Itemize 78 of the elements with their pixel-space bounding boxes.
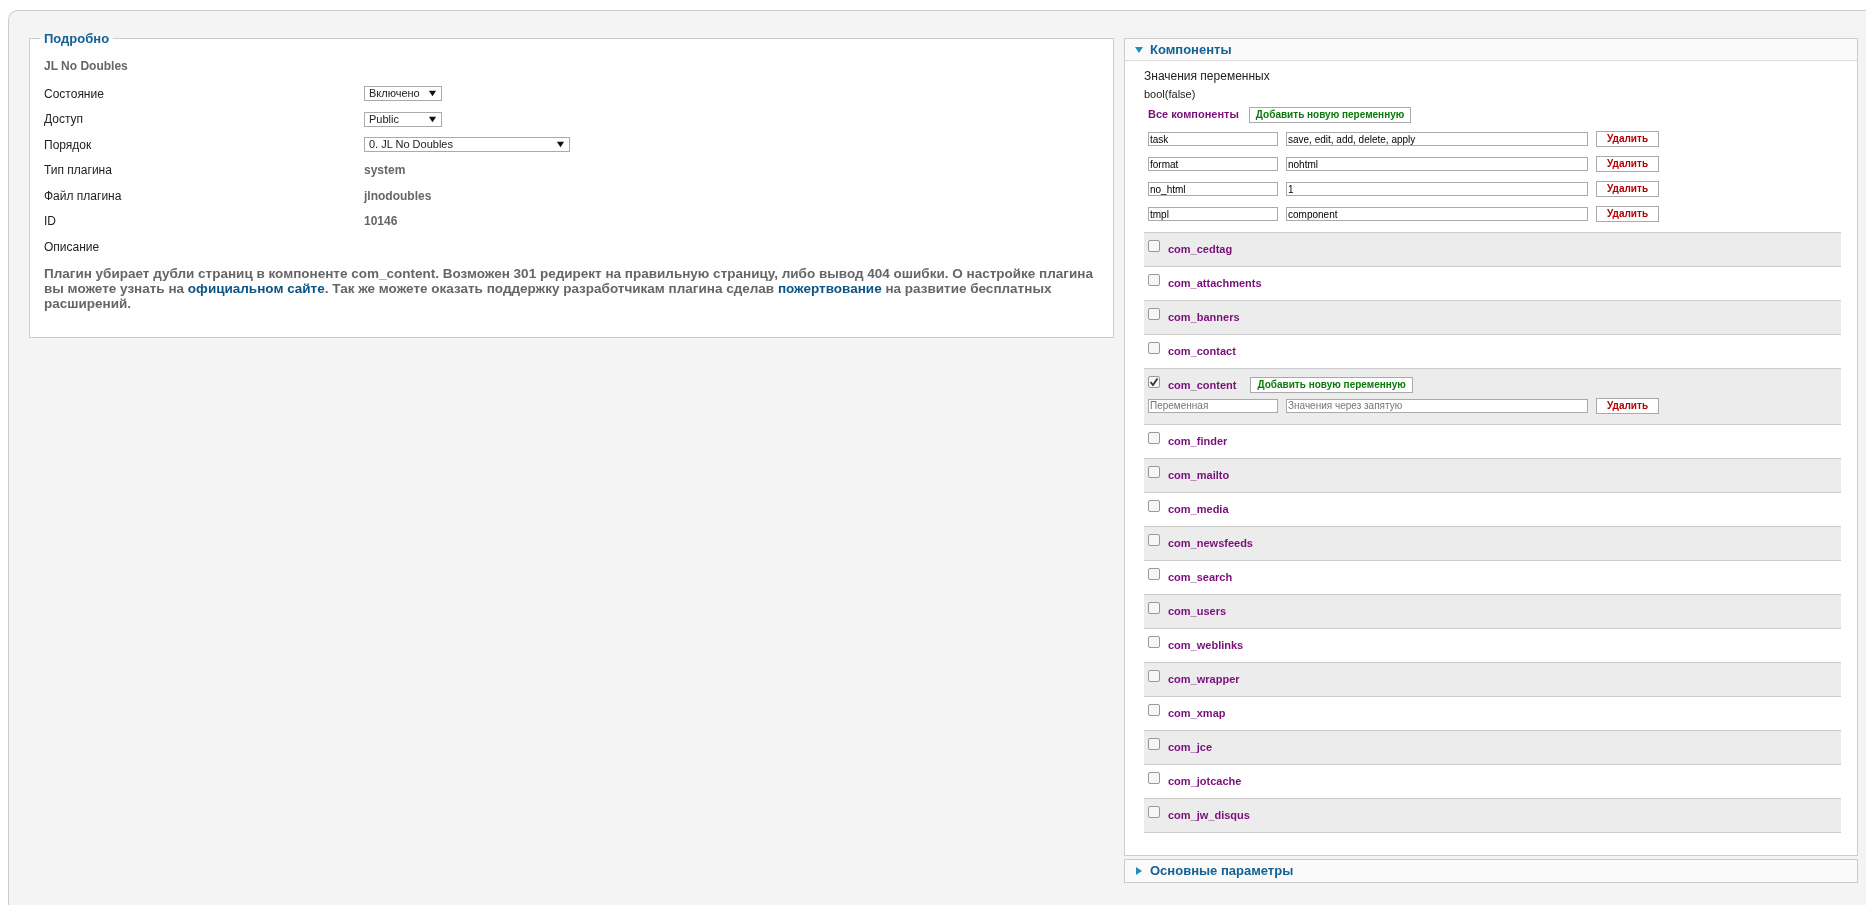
delete-button[interactable]: Удалить: [1596, 181, 1660, 197]
checkbox[interactable]: [1148, 704, 1160, 716]
variable-name-field[interactable]: Переменная: [1148, 398, 1278, 413]
checkbox[interactable]: [1148, 466, 1160, 478]
expand-icon: [1134, 865, 1144, 876]
component-name: com_media: [1168, 501, 1229, 517]
variable-name-field[interactable]: task: [1148, 132, 1278, 146]
description-text: Плагин убирает дубли страниц в компоненте com_content. Возможен 301 редирект на правильную страницу, либо вывод 404 ошибки. О настройке плагина вы можете узнать на официальном сайте. Так же можете оказать поддержку разработчикам плагина сделав пожертвование на развитие бесплатных расширений.: [44, 265, 1094, 311]
add-variable-button[interactable]: Добавить новую переменную: [1248, 106, 1412, 123]
checkbox[interactable]: [1148, 534, 1160, 546]
checkbox[interactable]: [1148, 568, 1160, 580]
delete-button[interactable]: Удалить: [1596, 131, 1660, 147]
component-name: com_newsfeeds: [1168, 535, 1253, 551]
field-label: Описание: [44, 238, 101, 256]
field-label: ID: [44, 213, 57, 231]
checkbox[interactable]: [1148, 636, 1160, 648]
debug-output: bool(false): [1144, 87, 1197, 102]
dropdown[interactable]: 0. JL No Doubles: [364, 137, 570, 153]
field-label: Доступ: [44, 111, 85, 129]
field-value: 10146: [364, 213, 398, 231]
checkbox[interactable]: [1148, 500, 1160, 512]
component-name: com_xmap: [1168, 705, 1226, 721]
section-heading: Значения переменных: [1144, 68, 1271, 85]
field-label: Файл плагина: [44, 187, 123, 205]
component-name: com_cedtag: [1168, 241, 1233, 257]
checkbox[interactable]: [1148, 432, 1160, 444]
caret-icon: [428, 89, 437, 99]
caret-icon: [428, 114, 437, 124]
checkbox[interactable]: [1148, 342, 1160, 354]
component-name: com_jw_disqus: [1168, 807, 1250, 823]
component-name: com_weblinks: [1168, 637, 1244, 653]
checkbox[interactable]: [1148, 806, 1160, 818]
delete-button[interactable]: Удалить: [1596, 397, 1660, 414]
checkbox[interactable]: [1148, 738, 1160, 750]
variable-values-field[interactable]: Значения через запятую: [1286, 398, 1588, 413]
component-name: com_contact: [1168, 343, 1236, 359]
dropdown[interactable]: Public: [364, 111, 442, 127]
checkbox[interactable]: [1148, 240, 1160, 252]
panel-header[interactable]: Основные параметры: [1125, 859, 1857, 882]
field-label: Тип плагина: [44, 162, 113, 180]
caret-icon: [556, 140, 565, 150]
checkbox[interactable]: [1148, 274, 1160, 286]
add-variable-button[interactable]: Добавить новую переменную: [1250, 377, 1413, 393]
delete-button[interactable]: Удалить: [1596, 156, 1660, 172]
field-label: Состояние: [44, 85, 105, 103]
dropdown[interactable]: Включено: [364, 86, 442, 102]
field-value: jlnodoubles: [364, 187, 432, 205]
collapse-icon: [1134, 44, 1144, 55]
link[interactable]: пожертвование: [777, 280, 882, 296]
plugin-title: JL No Doubles: [44, 58, 129, 75]
checkbox[interactable]: [1148, 602, 1160, 614]
variable-name-field[interactable]: format: [1148, 157, 1278, 171]
component-name: com_search: [1168, 569, 1233, 585]
panel-header[interactable]: Компоненты: [1125, 39, 1857, 61]
delete-button[interactable]: Удалить: [1596, 206, 1660, 222]
link[interactable]: официальном сайте: [187, 280, 325, 296]
component-name: com_banners: [1168, 309, 1240, 325]
group-label: Все компоненты: [1148, 107, 1239, 123]
component-name: com_users: [1168, 603, 1227, 619]
checkbox[interactable]: [1148, 670, 1160, 682]
checkbox[interactable]: [1148, 772, 1160, 784]
checkbox[interactable]: [1148, 308, 1160, 320]
component-name: com_content: [1168, 377, 1237, 393]
variable-values-field[interactable]: 1: [1286, 182, 1588, 196]
variable-values-field[interactable]: component: [1286, 207, 1588, 221]
component-name: com_jce: [1168, 739, 1213, 755]
checkbox[interactable]: [1148, 376, 1160, 388]
variable-name-field[interactable]: no_html: [1148, 182, 1278, 196]
component-name: com_mailto: [1168, 467, 1230, 483]
variable-name-field[interactable]: tmpl: [1148, 207, 1278, 221]
variable-values-field[interactable]: nohtml: [1286, 157, 1588, 171]
component-name: com_finder: [1168, 433, 1228, 449]
field-label: Порядок: [44, 136, 93, 154]
variable-values-field[interactable]: save, edit, add, delete, apply: [1286, 132, 1588, 146]
component-name: com_jotcache: [1168, 773, 1242, 789]
field-value: system: [364, 162, 406, 180]
component-name: com_attachments: [1168, 275, 1262, 291]
component-name: com_wrapper: [1168, 671, 1240, 687]
